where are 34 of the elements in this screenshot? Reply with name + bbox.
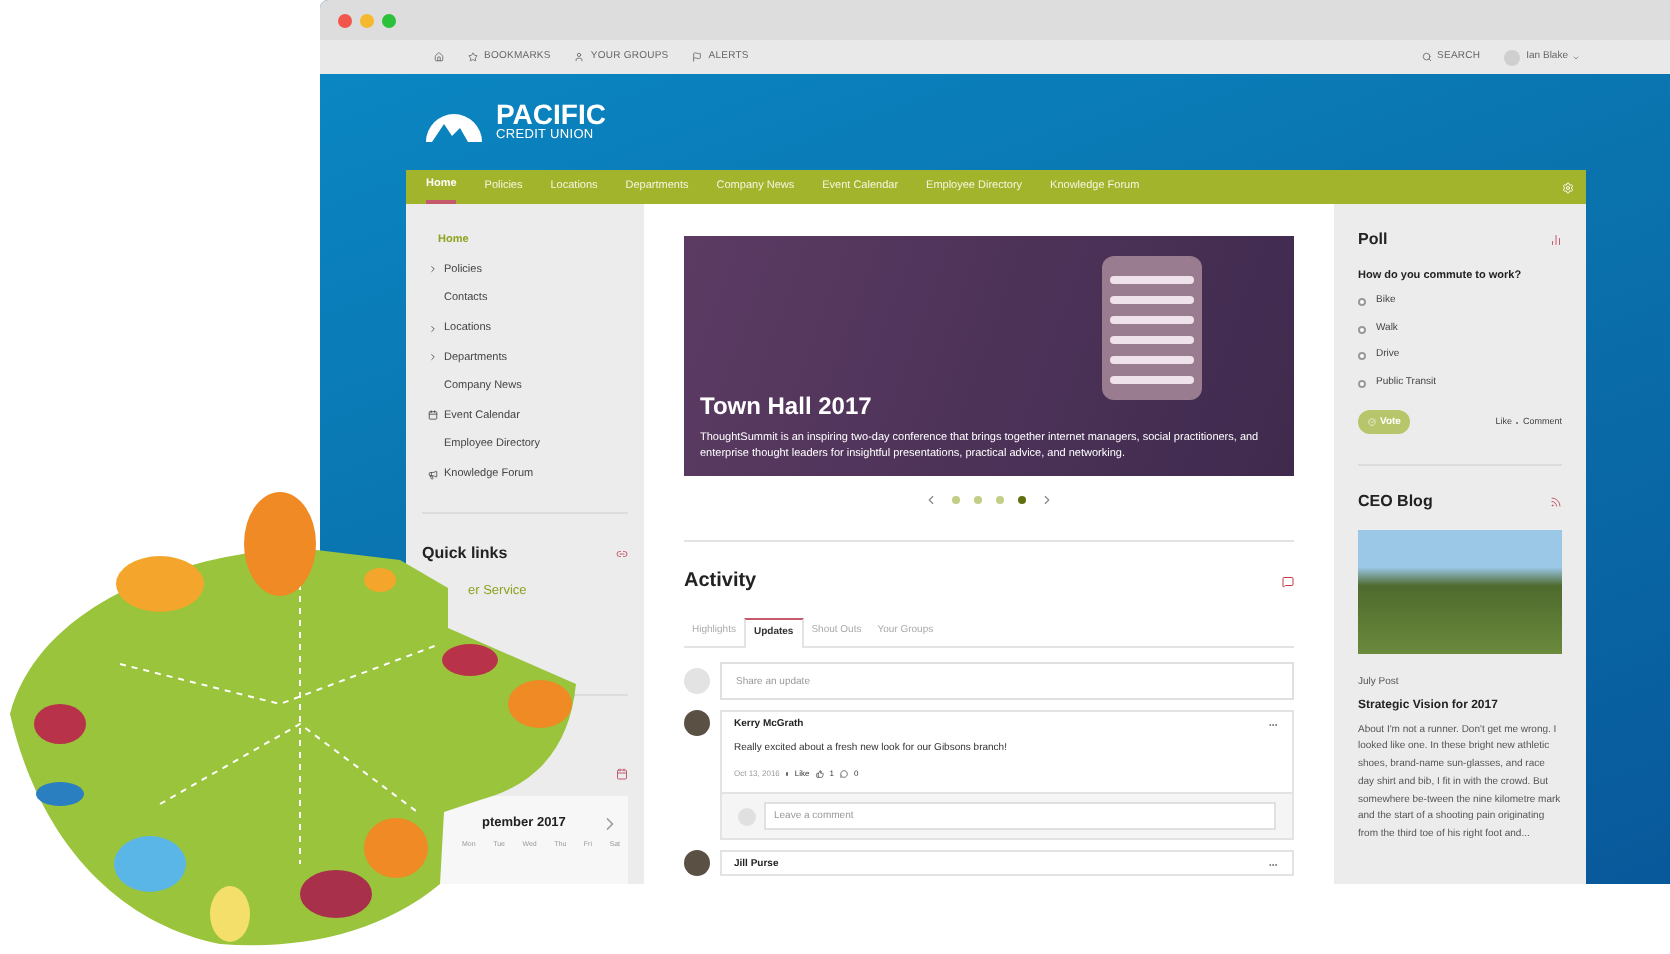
feed-icon bbox=[1550, 496, 1562, 509]
chevron-icon bbox=[428, 352, 438, 363]
calendar-icon bbox=[616, 768, 628, 781]
poll-title: Poll bbox=[1358, 228, 1388, 252]
user-icon bbox=[574, 52, 585, 62]
comment-icon bbox=[839, 770, 848, 778]
check-icon bbox=[1368, 418, 1376, 427]
settings-icon[interactable] bbox=[1562, 181, 1574, 193]
user-avatar bbox=[684, 710, 710, 736]
radio-button[interactable] bbox=[1358, 379, 1366, 387]
radio-button[interactable] bbox=[1358, 325, 1366, 333]
chevron-icon bbox=[428, 264, 438, 275]
avatar-placeholder bbox=[684, 668, 710, 694]
chat-icon bbox=[1282, 575, 1294, 587]
link-icon bbox=[616, 548, 628, 561]
next-slide-icon[interactable] bbox=[1040, 490, 1054, 510]
radio-button[interactable] bbox=[1358, 352, 1366, 360]
search-icon bbox=[1421, 52, 1432, 62]
megaphone-icon bbox=[428, 469, 438, 480]
calendar-icon bbox=[428, 410, 438, 421]
hero-title: Town Hall 2017 bbox=[700, 390, 874, 424]
radio-button[interactable] bbox=[1358, 298, 1366, 306]
user-avatar bbox=[684, 850, 710, 876]
activity-title: Activity bbox=[684, 568, 757, 596]
chevron-icon bbox=[428, 323, 438, 334]
home-icon[interactable] bbox=[434, 52, 444, 62]
bar-chart-icon bbox=[1550, 234, 1562, 246]
previous-slide-icon[interactable] bbox=[924, 490, 938, 510]
logo-name: PACIFIC bbox=[496, 100, 606, 129]
blog-title: CEO Blog bbox=[1358, 490, 1433, 515]
flag-icon bbox=[692, 52, 703, 62]
section-title: Quick links bbox=[422, 542, 508, 567]
star-icon bbox=[468, 52, 478, 62]
thumbs-up-icon bbox=[815, 770, 824, 778]
